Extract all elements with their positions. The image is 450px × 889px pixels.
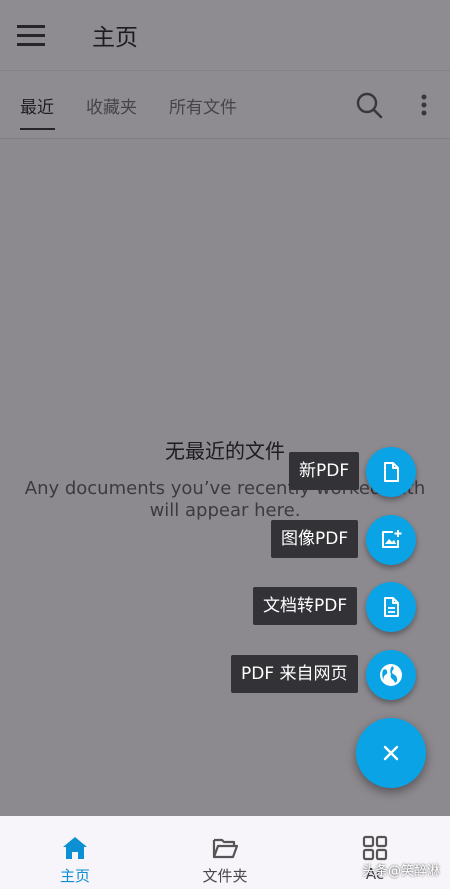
folder-open-icon xyxy=(212,838,239,859)
fab-label-pdf-from-web[interactable]: PDF 来自网页 xyxy=(231,655,358,693)
globe-icon xyxy=(380,664,402,686)
fab-label-image-pdf[interactable]: 图像PDF xyxy=(271,520,359,558)
watermark: 头条@笑醉淋 xyxy=(362,864,441,879)
nav-item-home[interactable]: 主页 xyxy=(0,816,150,889)
home-icon xyxy=(63,837,87,859)
pdf-from-web-button[interactable] xyxy=(366,650,416,700)
fab-label-new-pdf[interactable]: 新PDF xyxy=(289,452,360,490)
doc-to-pdf-button[interactable] xyxy=(366,582,416,632)
close-fab-menu-button[interactable] xyxy=(356,718,426,788)
image-pdf-button[interactable] xyxy=(366,515,416,565)
nav-label-home: 主页 xyxy=(59,867,90,885)
document-icon xyxy=(384,597,399,617)
nav-label-folders: 文件夹 xyxy=(202,867,248,885)
fab-label-doc-to-pdf[interactable]: 文档转PDF xyxy=(253,587,358,625)
apps-grid-icon xyxy=(362,835,388,861)
close-icon xyxy=(383,745,399,761)
image-add-icon xyxy=(382,530,402,548)
nav-item-folders[interactable]: 文件夹 xyxy=(150,816,300,889)
new-pdf-button[interactable] xyxy=(366,447,416,497)
file-icon xyxy=(384,462,399,482)
